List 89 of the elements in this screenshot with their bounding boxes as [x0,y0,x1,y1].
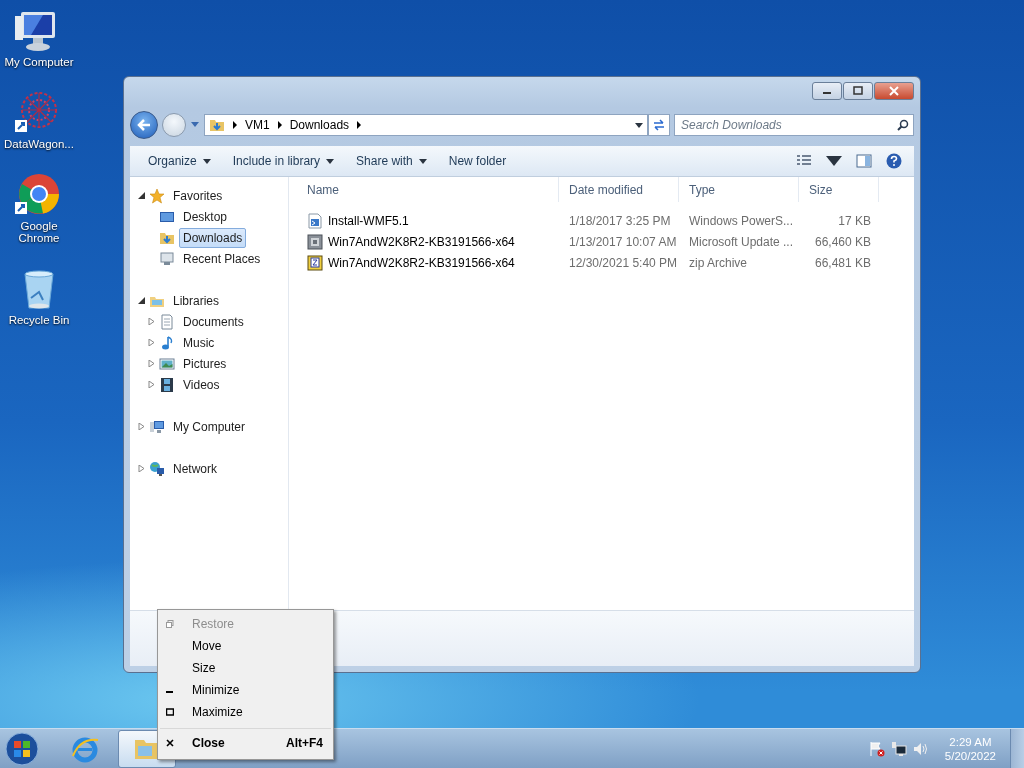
collapse-icon[interactable] [138,297,145,304]
column-header[interactable]: Type [679,177,799,202]
search-icon [897,119,909,131]
expand-icon[interactable] [148,360,155,367]
dropdown-icon [202,158,211,164]
videos-icon [159,376,175,393]
back-button[interactable] [130,111,158,139]
restore-icon [852,86,864,96]
close-icon [166,738,174,747]
maximize-button[interactable] [843,82,873,100]
file-type: Microsoft Update ... [688,234,795,249]
desktop-icon-label[interactable]: My Computer [0,56,78,68]
script-file-icon [307,212,323,229]
flag-icon[interactable] [868,741,885,757]
file-name[interactable]: Win7AndW2K8R2-KB3191566-x64 [328,234,515,249]
breadcrumb-arrow-icon[interactable] [277,121,282,129]
breadcrumb[interactable]: VM1 [245,118,270,132]
file-name[interactable]: Install-WMF5.1 [328,213,409,228]
column-header[interactable]: Name [297,177,559,202]
search-field[interactable]: Search Downloads [674,114,914,136]
nav-item[interactable]: My Computer [169,416,250,437]
file-type: Windows PowerS... [688,213,795,228]
desktop-icon-label[interactable]: Google Chrome [0,220,78,244]
minimize-button[interactable] [812,82,842,100]
nav-item[interactable]: Recent Places [179,248,265,269]
file-size: 17 KB [837,213,872,228]
breadcrumb-arrow-icon[interactable] [357,121,362,129]
menu-item[interactable]: Move [160,635,331,657]
nav-item[interactable]: Libraries [169,290,224,311]
breadcrumb[interactable]: Downloads [289,118,350,132]
nav-item[interactable]: Desktop [179,206,232,227]
close-icon [888,86,900,96]
nav-item[interactable]: Pictures [179,353,231,374]
restore-icon [166,620,174,628]
nav-item[interactable]: Network [169,458,221,479]
pictures-icon [159,355,175,372]
nav-item[interactable]: Videos [179,374,224,395]
music-icon [159,334,175,351]
file-date: 1/18/2017 3:25 PM [568,213,672,228]
file-size: 66,481 KB [813,255,872,270]
column-header[interactable]: Size [799,177,879,202]
toolbar-button[interactable]: New folder [442,151,513,171]
downloads-folder-icon [209,117,225,133]
close-button[interactable] [874,82,914,100]
recent-icon [159,250,175,267]
dropdown-icon [418,158,427,164]
breadcrumb-arrow-icon[interactable] [233,121,237,129]
menu-item[interactable]: Close Alt+F4 [160,728,331,756]
nav-item[interactable]: Documents [179,311,248,332]
expand-icon[interactable] [138,423,145,430]
toolbar-button[interactable]: Organize [142,151,217,171]
documents-icon [159,313,175,330]
network-icon [149,460,165,477]
computer-icon [149,418,165,435]
star-icon [149,187,165,204]
update-file-icon [307,233,323,250]
forward-button[interactable] [162,113,186,137]
file-type: zip Archive [688,255,749,270]
column-header[interactable]: Date modified [559,177,679,202]
desktop-icon-label[interactable]: DataWagon... [0,138,78,150]
dropdown-icon [326,158,335,164]
maximize-icon [166,708,174,716]
file-size: 66,460 KB [813,234,872,249]
expand-icon[interactable] [148,318,155,325]
refresh-button[interactable] [648,114,670,136]
address-dropdown-icon [635,122,643,128]
nav-item[interactable]: Downloads [179,227,247,248]
back-arrow-icon [136,118,152,132]
nav-item[interactable]: Favorites [169,185,227,206]
toolbar-button[interactable]: Include in library [226,151,341,171]
zip-file-icon [307,254,323,271]
file-name[interactable]: Win7AndW2K8R2-KB3191566-x64 [328,255,515,270]
file-date: 12/30/2021 5:40 PM [568,255,679,270]
network-icon[interactable] [890,741,907,757]
nav-item[interactable]: Music [179,332,219,353]
menu-item[interactable]: Maximize [160,701,331,723]
expand-icon[interactable] [148,381,155,388]
menu-item[interactable]: Size [160,657,331,679]
refresh-icon [652,119,666,131]
help-icon[interactable] [886,153,902,169]
expand-icon[interactable] [148,339,155,346]
toolbar-button[interactable]: Share with [350,151,433,171]
address-bar[interactable]: VM1 Downloads [204,114,648,136]
file-date: 1/13/2017 10:07 AM [568,234,678,249]
collapse-icon[interactable] [138,192,145,199]
menu-item[interactable]: Minimize [160,679,331,701]
desktop-icon-label[interactable]: Recycle Bin [0,314,78,326]
history-dropdown-icon[interactable] [190,121,200,129]
expand-icon[interactable] [138,465,145,472]
